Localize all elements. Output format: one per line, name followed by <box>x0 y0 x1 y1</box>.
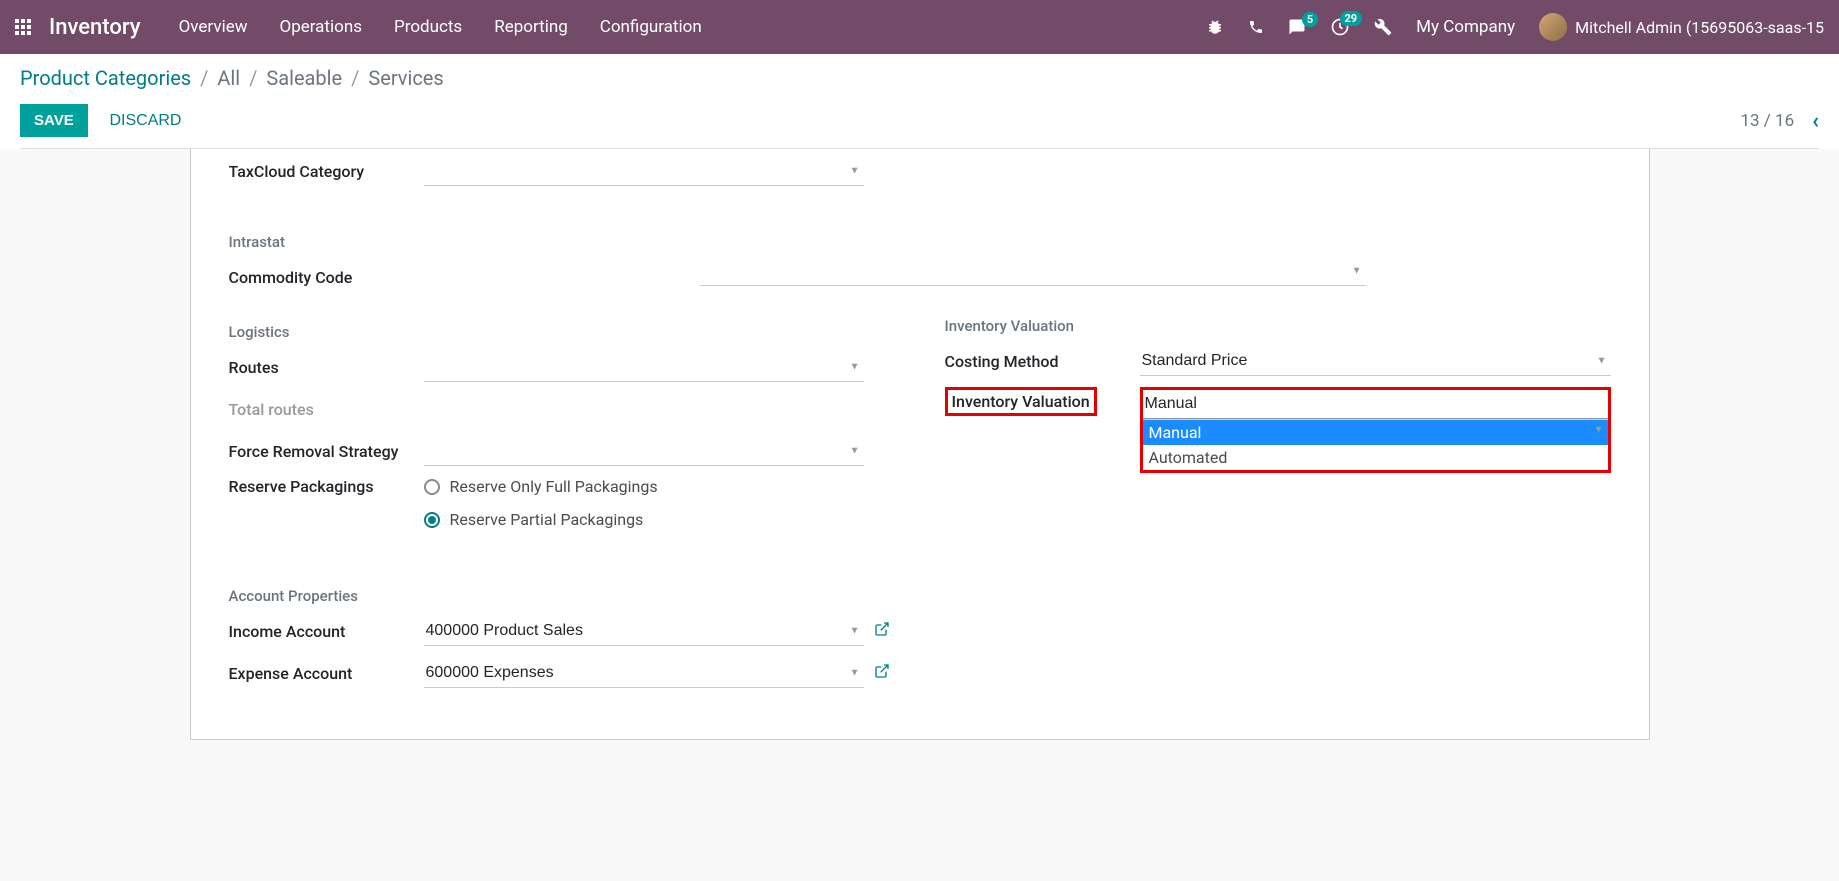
pager-prev[interactable]: ‹ <box>1812 109 1819 134</box>
account-title: Account Properties <box>229 587 895 605</box>
reserve-full-label: Reserve Only Full Packagings <box>450 477 658 496</box>
activity-icon[interactable]: 29 <box>1330 17 1350 37</box>
chat-badge: 5 <box>1302 12 1318 27</box>
taxcloud-label: TaxCloud Category <box>229 163 424 181</box>
external-link-icon[interactable] <box>874 621 890 641</box>
force-removal-label: Force Removal Strategy <box>229 442 424 461</box>
income-input[interactable] <box>424 617 864 646</box>
commodity-input[interactable] <box>700 257 1366 286</box>
reserve-partial-radio[interactable] <box>424 512 440 528</box>
breadcrumb: Product Categories / All / Saleable / Se… <box>20 66 1819 90</box>
option-automated[interactable]: Automated <box>1143 445 1608 470</box>
nav-menu: Overview Operations Products Reporting C… <box>179 17 1207 37</box>
force-removal-input[interactable] <box>424 437 864 466</box>
taxcloud-input[interactable] <box>424 163 864 186</box>
costing-input[interactable] <box>1140 347 1611 376</box>
inventory-valuation-select[interactable] <box>1143 390 1608 419</box>
pager: 13 / 16 ‹ <box>1740 109 1819 134</box>
discard-button[interactable]: DISCARD <box>99 104 191 138</box>
tools-icon[interactable] <box>1374 18 1392 36</box>
option-manual[interactable]: Manual <box>1143 420 1608 445</box>
routes-input[interactable] <box>424 353 864 382</box>
external-link-icon[interactable] <box>874 663 890 683</box>
logistics-title: Logistics <box>229 323 895 341</box>
app-brand[interactable]: Inventory <box>49 15 141 40</box>
breadcrumb-saleable[interactable]: Saleable <box>266 66 342 90</box>
top-navbar: Inventory Overview Operations Products R… <box>0 0 1839 54</box>
breadcrumb-root[interactable]: Product Categories <box>20 66 191 90</box>
chat-icon[interactable]: 5 <box>1288 18 1306 36</box>
commodity-label: Commodity Code <box>229 268 424 287</box>
control-bar: Product Categories / All / Saleable / Se… <box>0 54 1839 149</box>
expense-input[interactable] <box>424 659 864 688</box>
save-button[interactable]: SAVE <box>20 104 88 137</box>
total-routes-label: Total routes <box>229 400 424 419</box>
income-label: Income Account <box>229 622 424 641</box>
nav-right: 5 29 My Company Mitchell Admin (15695063… <box>1206 13 1824 41</box>
nav-operations[interactable]: Operations <box>280 17 363 37</box>
breadcrumb-all[interactable]: All <box>217 66 240 90</box>
avatar <box>1539 13 1567 41</box>
phone-icon[interactable] <box>1248 19 1264 35</box>
valuation-title: Inventory Valuation <box>945 317 1611 335</box>
inventory-valuation-dropdown: Manual Automated <box>1143 419 1608 470</box>
routes-label: Routes <box>229 358 424 377</box>
apps-icon[interactable] <box>15 19 31 35</box>
costing-label: Costing Method <box>945 352 1140 371</box>
form-sheet: TaxCloud Category ▼ Intrastat Commodity … <box>190 149 1650 740</box>
reserve-full-radio[interactable] <box>424 479 440 495</box>
bug-icon[interactable] <box>1206 18 1224 36</box>
nav-reporting[interactable]: Reporting <box>494 17 568 37</box>
nav-products[interactable]: Products <box>394 17 462 37</box>
user-menu[interactable]: Mitchell Admin (15695063-saas-15 <box>1539 13 1824 41</box>
breadcrumb-services: Services <box>368 66 443 90</box>
nav-configuration[interactable]: Configuration <box>600 17 702 37</box>
form-container: TaxCloud Category ▼ Intrastat Commodity … <box>0 149 1839 780</box>
company-label[interactable]: My Company <box>1416 17 1515 37</box>
reserve-label: Reserve Packagings <box>229 477 424 496</box>
expense-label: Expense Account <box>229 664 424 683</box>
activity-badge: 29 <box>1340 11 1363 26</box>
nav-overview[interactable]: Overview <box>179 17 248 37</box>
user-label: Mitchell Admin (15695063-saas-15 <box>1575 18 1824 37</box>
inventory-valuation-label: Inventory Valuation <box>945 387 1097 416</box>
intrastat-title: Intrastat <box>229 233 895 251</box>
reserve-partial-label: Reserve Partial Packagings <box>450 510 644 529</box>
